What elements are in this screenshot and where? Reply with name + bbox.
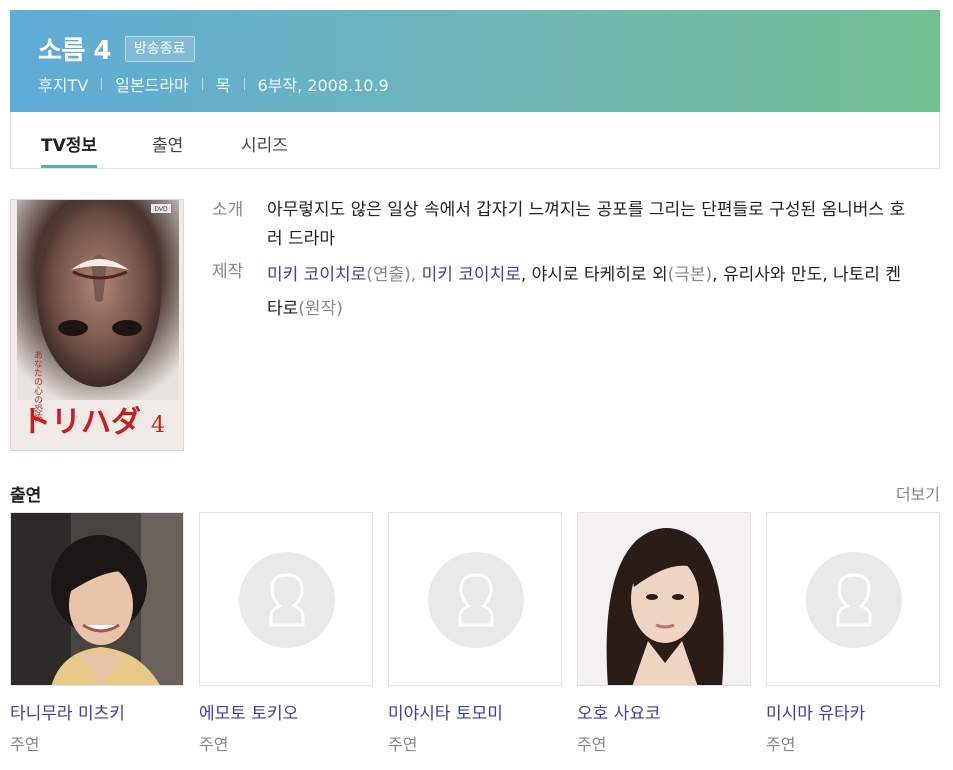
program-header: 소름 4 방송종료 후지TV 일본드라마 목 6부작, 2008.10.9: [10, 10, 940, 112]
status-badge: 방송종료: [124, 35, 195, 62]
program-poster[interactable]: DVD あなたの心の恐怖 トリハダ 4: [10, 199, 184, 451]
cast-photo[interactable]: [766, 512, 940, 686]
meta-divider: [243, 78, 245, 90]
cast-role: 주연: [766, 735, 796, 754]
cast-card: 타니무라 미츠키 주연: [10, 512, 184, 755]
title-row: 소름 4 방송종료: [38, 30, 195, 67]
svg-text:DVD: DVD: [154, 206, 168, 213]
default-profile-icon: [239, 552, 335, 648]
default-profile-icon: [806, 552, 902, 648]
actor-photo: [578, 513, 750, 685]
credit-role: (연출),: [366, 265, 422, 285]
cast-name[interactable]: 오호 사요코: [577, 699, 751, 724]
credit-role: (극본): [667, 265, 713, 285]
writer-link[interactable]: 미키 코이치로: [422, 265, 521, 285]
cast-role: 주연: [577, 735, 607, 754]
tab-label: 출연: [152, 136, 184, 156]
meta-day: 목: [215, 76, 231, 95]
tab-bar: TV정보 출연 시리즈: [10, 112, 940, 169]
meta-channel[interactable]: 후지TV: [38, 72, 88, 96]
intro-text: 아무렇지도 않은 일상 속에서 갑자기 느껴지는 공포를 그리는 단편들로 구성…: [267, 200, 906, 249]
cast-card: 미야시타 토모미 주연: [388, 512, 562, 755]
cast-photo[interactable]: [388, 512, 562, 686]
cast-photo[interactable]: [10, 512, 184, 686]
cast-photo[interactable]: [577, 512, 751, 686]
actor-photo: [11, 513, 183, 685]
production-label: 제작: [212, 262, 244, 282]
production-row: 제작 미키 코이치로(연출), 미키 코이치로, 야시로 타케히로 외(극본),…: [212, 258, 912, 326]
cast-role: 주연: [199, 735, 229, 754]
poster-image: DVD あなたの心の恐怖 トリハダ 4: [11, 200, 183, 450]
meta-genre[interactable]: 일본드라마: [115, 72, 189, 96]
more-cast-link[interactable]: 더보기: [896, 481, 940, 505]
program-title: 소름 4: [38, 36, 111, 66]
credit-role: (원작): [298, 299, 343, 319]
intro-row: 소개 아무렇지도 않은 일상 속에서 갑자기 느껴지는 공포를 그리는 단편들로…: [212, 196, 912, 254]
cast-card: 미시마 유타카 주연: [766, 512, 940, 755]
cast-role: 주연: [10, 735, 40, 754]
tab-label: TV정보: [41, 136, 98, 156]
program-info: 소개 아무렇지도 않은 일상 속에서 갑자기 느껴지는 공포를 그리는 단편들로…: [212, 196, 912, 330]
svg-text:トリハダ: トリハダ: [21, 405, 141, 440]
default-profile-icon: [428, 552, 524, 648]
cast-section-title: 출연: [10, 486, 42, 506]
intro-label: 소개: [212, 200, 244, 220]
program-meta: 후지TV 일본드라마 목 6부작, 2008.10.9: [38, 72, 389, 96]
meta-episodes-date: 6부작, 2008.10.9: [257, 76, 389, 95]
svg-text:4: 4: [151, 413, 165, 438]
cast-name[interactable]: 에모토 토키오: [199, 699, 373, 724]
credit-names: , 야시로 타케히로 외: [520, 265, 668, 285]
director-link[interactable]: 미키 코이치로: [267, 265, 366, 285]
tab-series[interactable]: 시리즈: [241, 131, 288, 156]
cast-card: 오호 사요코 주연: [577, 512, 751, 755]
meta-divider: [201, 78, 203, 90]
cast-name[interactable]: 타니무라 미츠키: [10, 699, 184, 724]
tab-label: 시리즈: [241, 136, 288, 156]
meta-divider: [101, 78, 103, 90]
tab-tv-info[interactable]: TV정보: [41, 131, 98, 168]
active-tab-indicator: [41, 165, 98, 168]
cast-photo[interactable]: [199, 512, 373, 686]
cast-role: 주연: [388, 735, 418, 754]
cast-name[interactable]: 미야시타 토모미: [388, 699, 562, 724]
cast-card: 에모토 토키오 주연: [199, 512, 373, 755]
cast-name[interactable]: 미시마 유타카: [766, 699, 940, 724]
production-credits: 미키 코이치로(연출), 미키 코이치로, 야시로 타케히로 외(극본), 유리…: [267, 258, 907, 326]
tab-cast[interactable]: 출연: [152, 131, 183, 156]
